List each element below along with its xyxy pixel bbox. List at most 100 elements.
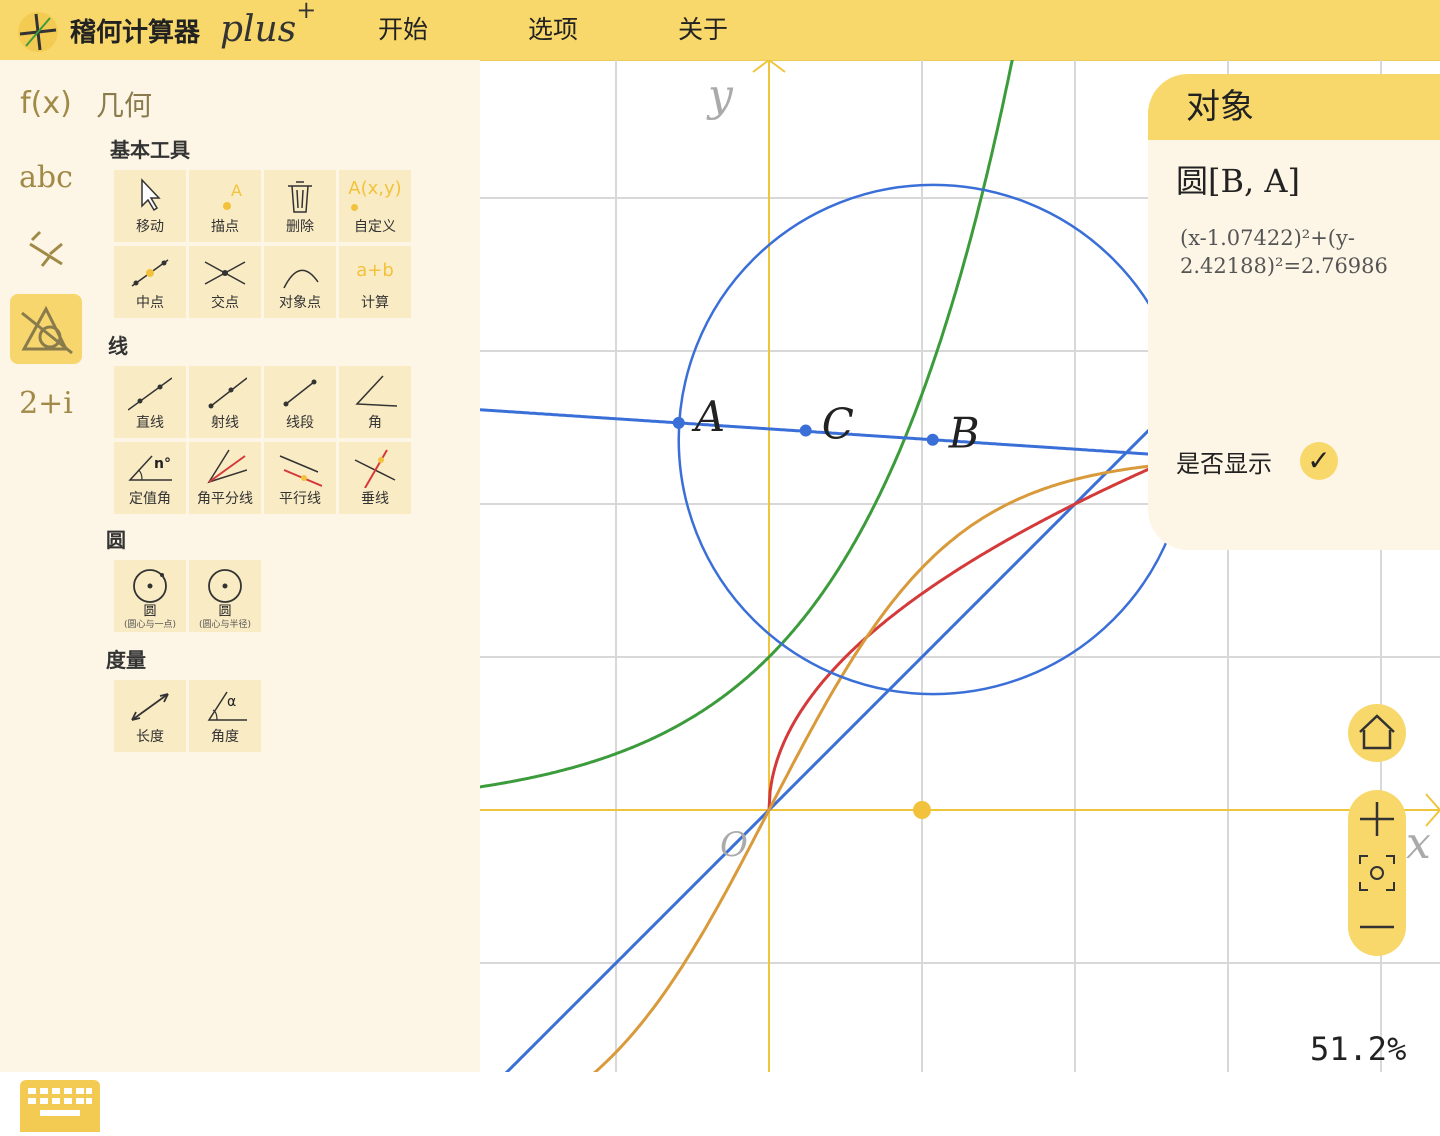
tool-label: 直线 [136, 415, 164, 431]
tool-object-point[interactable]: 对象点 [264, 246, 336, 318]
cursor-icon [141, 178, 161, 212]
custom-point-icon: A(x,y) [348, 178, 402, 199]
menu-about[interactable]: 关于 [678, 10, 728, 46]
tool-label: 角度 [211, 729, 239, 745]
tool-label: 平行线 [279, 491, 321, 507]
app-logo-icon [18, 12, 58, 52]
section-circle: 圆 [106, 528, 126, 552]
line-ab [480, 408, 1229, 461]
tool-sublabel: (圆心与半径) [198, 620, 252, 630]
category-fraction[interactable] [10, 226, 82, 278]
x-axis-point [913, 801, 931, 819]
length-icon [131, 693, 169, 721]
section-basic: 基本工具 [110, 138, 190, 162]
menu-start[interactable]: 开始 [378, 10, 428, 46]
ray-icon [208, 377, 247, 409]
point-label-c: C [822, 400, 854, 449]
point-label-a: A [691, 392, 725, 441]
top-bar: 稽何计算器 plus+ 开始 选项 关于 [0, 0, 1440, 61]
tool-label: 定值角 [129, 491, 171, 507]
degree-icon: n° [154, 456, 171, 472]
fit-view-icon[interactable] [1348, 844, 1406, 902]
point-icon: A [223, 181, 242, 210]
zoom-controls [1348, 790, 1406, 956]
zoom-out-icon[interactable] [1348, 898, 1406, 956]
category-complex[interactable]: 2+i [10, 386, 82, 421]
calculate-icon: a+b [356, 260, 394, 281]
home-button[interactable] [1348, 704, 1406, 762]
trash-icon [288, 181, 312, 213]
tool-segment[interactable]: 线段 [264, 366, 336, 438]
origin-label: O [720, 825, 748, 865]
home-icon [1359, 714, 1395, 750]
svg-text:A: A [231, 181, 242, 200]
alpha-icon: α [227, 694, 237, 710]
tool-perpendicular[interactable]: 垂线 [339, 442, 411, 514]
object-name: 圆[B, A] [1176, 162, 1300, 200]
object-equation: (x-1.07422)²+(y-2.42188)²=2.76986 [1180, 226, 1388, 278]
object-panel: 对象 圆[B, A] (x-1.07422)²+(y-2.42188)²=2.7… [1148, 74, 1440, 550]
tool-angle-measure[interactable]: α 角度 [189, 680, 261, 752]
point-label-b: B [948, 409, 980, 458]
zoom-level: 51.2% [1310, 1030, 1407, 1068]
tool-custom[interactable]: A(x,y) 自定义 [339, 170, 411, 242]
tool-move[interactable]: 移动 [114, 170, 186, 242]
point-b [926, 433, 939, 446]
tool-ray[interactable]: 射线 [189, 366, 261, 438]
line-icon [128, 377, 172, 411]
angle-measure-icon [207, 691, 247, 721]
geometry-icon [21, 305, 73, 355]
tool-bisector[interactable]: 角平分线 [189, 442, 261, 514]
tool-label: 线段 [286, 415, 314, 431]
tool-circle-center-radius[interactable]: 圆 (圆心与半径) [189, 560, 261, 632]
tool-sublabel: (圆心与一点) [123, 620, 177, 630]
menu-options[interactable]: 选项 [528, 10, 578, 46]
object-point-icon [283, 269, 319, 289]
midpoint-icon [131, 259, 169, 287]
perpendicular-icon [354, 449, 396, 488]
tool-delete[interactable]: 删除 [264, 170, 336, 242]
tool-label: 自定义 [354, 219, 396, 235]
app-name-plus: plus+ [220, 0, 316, 50]
tool-calculate[interactable]: a+b 计算 [339, 246, 411, 318]
tool-intersection[interactable]: 交点 [189, 246, 261, 318]
zoom-in-icon[interactable] [1348, 790, 1406, 848]
app-plus-text: plus [220, 9, 297, 50]
tool-label: 删除 [286, 219, 314, 235]
mode-label: 几何 [96, 89, 153, 122]
tool-parallel[interactable]: 平行线 [264, 442, 336, 514]
keyboard-icon [28, 1088, 92, 1116]
tool-angle[interactable]: 角 [339, 366, 411, 438]
points: ACB [672, 392, 980, 458]
tool-sidebar: f(x) abc 2+i 几何 基本工具 移动 A 描点 删除 A(x,y) 自… [0, 60, 480, 1132]
category-text[interactable]: abc [10, 160, 82, 195]
tool-label: 移动 [136, 219, 164, 235]
tool-point[interactable]: A 描点 [189, 170, 261, 242]
app-plus-mark: + [296, 0, 317, 24]
tool-circle-center-point[interactable]: 圆 (圆心与一点) [114, 560, 186, 632]
point-a [672, 416, 685, 429]
category-function[interactable]: f(x) [10, 86, 82, 121]
custom-dot-icon [351, 204, 358, 211]
parallel-icon [279, 455, 322, 487]
point-c [799, 424, 812, 437]
tool-line[interactable]: 直线 [114, 366, 186, 438]
tool-length[interactable]: 长度 [114, 680, 186, 752]
fraction-icon [29, 230, 63, 267]
tool-label: 交点 [211, 295, 239, 311]
angle-icon [355, 375, 397, 407]
section-measure: 度量 [106, 648, 146, 672]
show-label: 是否显示 [1176, 450, 1272, 478]
category-geometry[interactable] [10, 294, 82, 364]
keyboard-button[interactable] [20, 1080, 100, 1132]
tool-label: 对象点 [279, 295, 321, 311]
tool-midpoint[interactable]: 中点 [114, 246, 186, 318]
show-checkbox[interactable]: ✓ [1300, 442, 1338, 480]
intersection-icon [204, 261, 246, 285]
tool-label: 计算 [361, 295, 389, 311]
tool-fixed-angle[interactable]: n° 定值角 [114, 442, 186, 514]
tool-label: 长度 [136, 729, 164, 745]
app-name: 稽何计算器 [70, 18, 201, 48]
y-axis-label: y [706, 70, 734, 121]
tool-label: 角平分线 [197, 491, 253, 507]
